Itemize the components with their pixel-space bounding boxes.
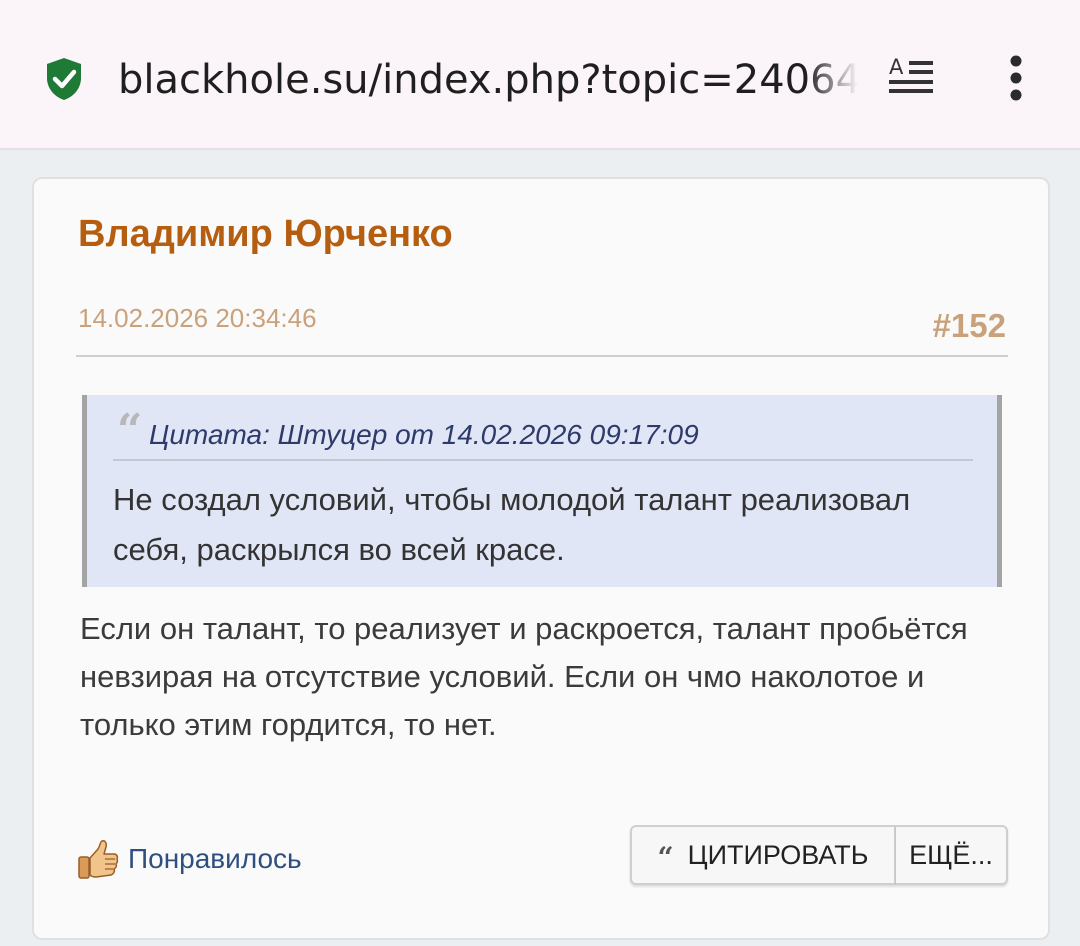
url-bar[interactable]: blackhole.su/index.php?topic=240647 (118, 54, 858, 110)
svg-text:A: A (889, 55, 904, 79)
post-header-divider (76, 355, 1008, 357)
post-actions: “ ЦИТИРОВАТЬ ЕЩЁ... (630, 825, 1008, 885)
thumbs-up-icon (78, 840, 119, 879)
forum-post: Владимир Юрченко 14.02.2026 20:34:46 #15… (32, 177, 1050, 940)
quote-text: Не создал условий, чтобы молодой талант … (113, 482, 911, 567)
shield-check-icon[interactable] (44, 56, 84, 102)
quote-button-label: ЦИТИРОВАТЬ (687, 839, 869, 870)
quote-button[interactable]: “ ЦИТИРОВАТЬ (630, 825, 896, 885)
like-label: Понравилось (128, 843, 302, 874)
quote-header: “ Цитата: Штуцер от 14.02.2026 09:17:09 (113, 409, 973, 461)
reader-mode-icon[interactable]: A (886, 54, 938, 100)
post-body: Если он талант, то реализует и раскроетс… (80, 611, 968, 742)
quote-citation[interactable]: Цитата: Штуцер от 14.02.2026 09:17:09 (149, 419, 699, 451)
like-button[interactable]: Понравилось (76, 834, 302, 884)
more-button[interactable]: ЕЩЁ... (896, 825, 1008, 885)
quote-block: “ Цитата: Штуцер от 14.02.2026 09:17:09 … (82, 395, 1002, 587)
post-author[interactable]: Владимир Юрченко (78, 213, 453, 256)
browser-toolbar: blackhole.su/index.php?topic=240647 A (0, 0, 1080, 150)
more-vert-icon[interactable] (996, 52, 1036, 104)
more-button-label: ЕЩЁ... (909, 839, 993, 870)
post-number[interactable]: #152 (933, 307, 1006, 345)
post-datetime: 14.02.2026 20:34:46 (78, 303, 317, 333)
quote-mark-icon: “ (117, 405, 143, 456)
quote-mark-icon: “ (657, 840, 674, 874)
